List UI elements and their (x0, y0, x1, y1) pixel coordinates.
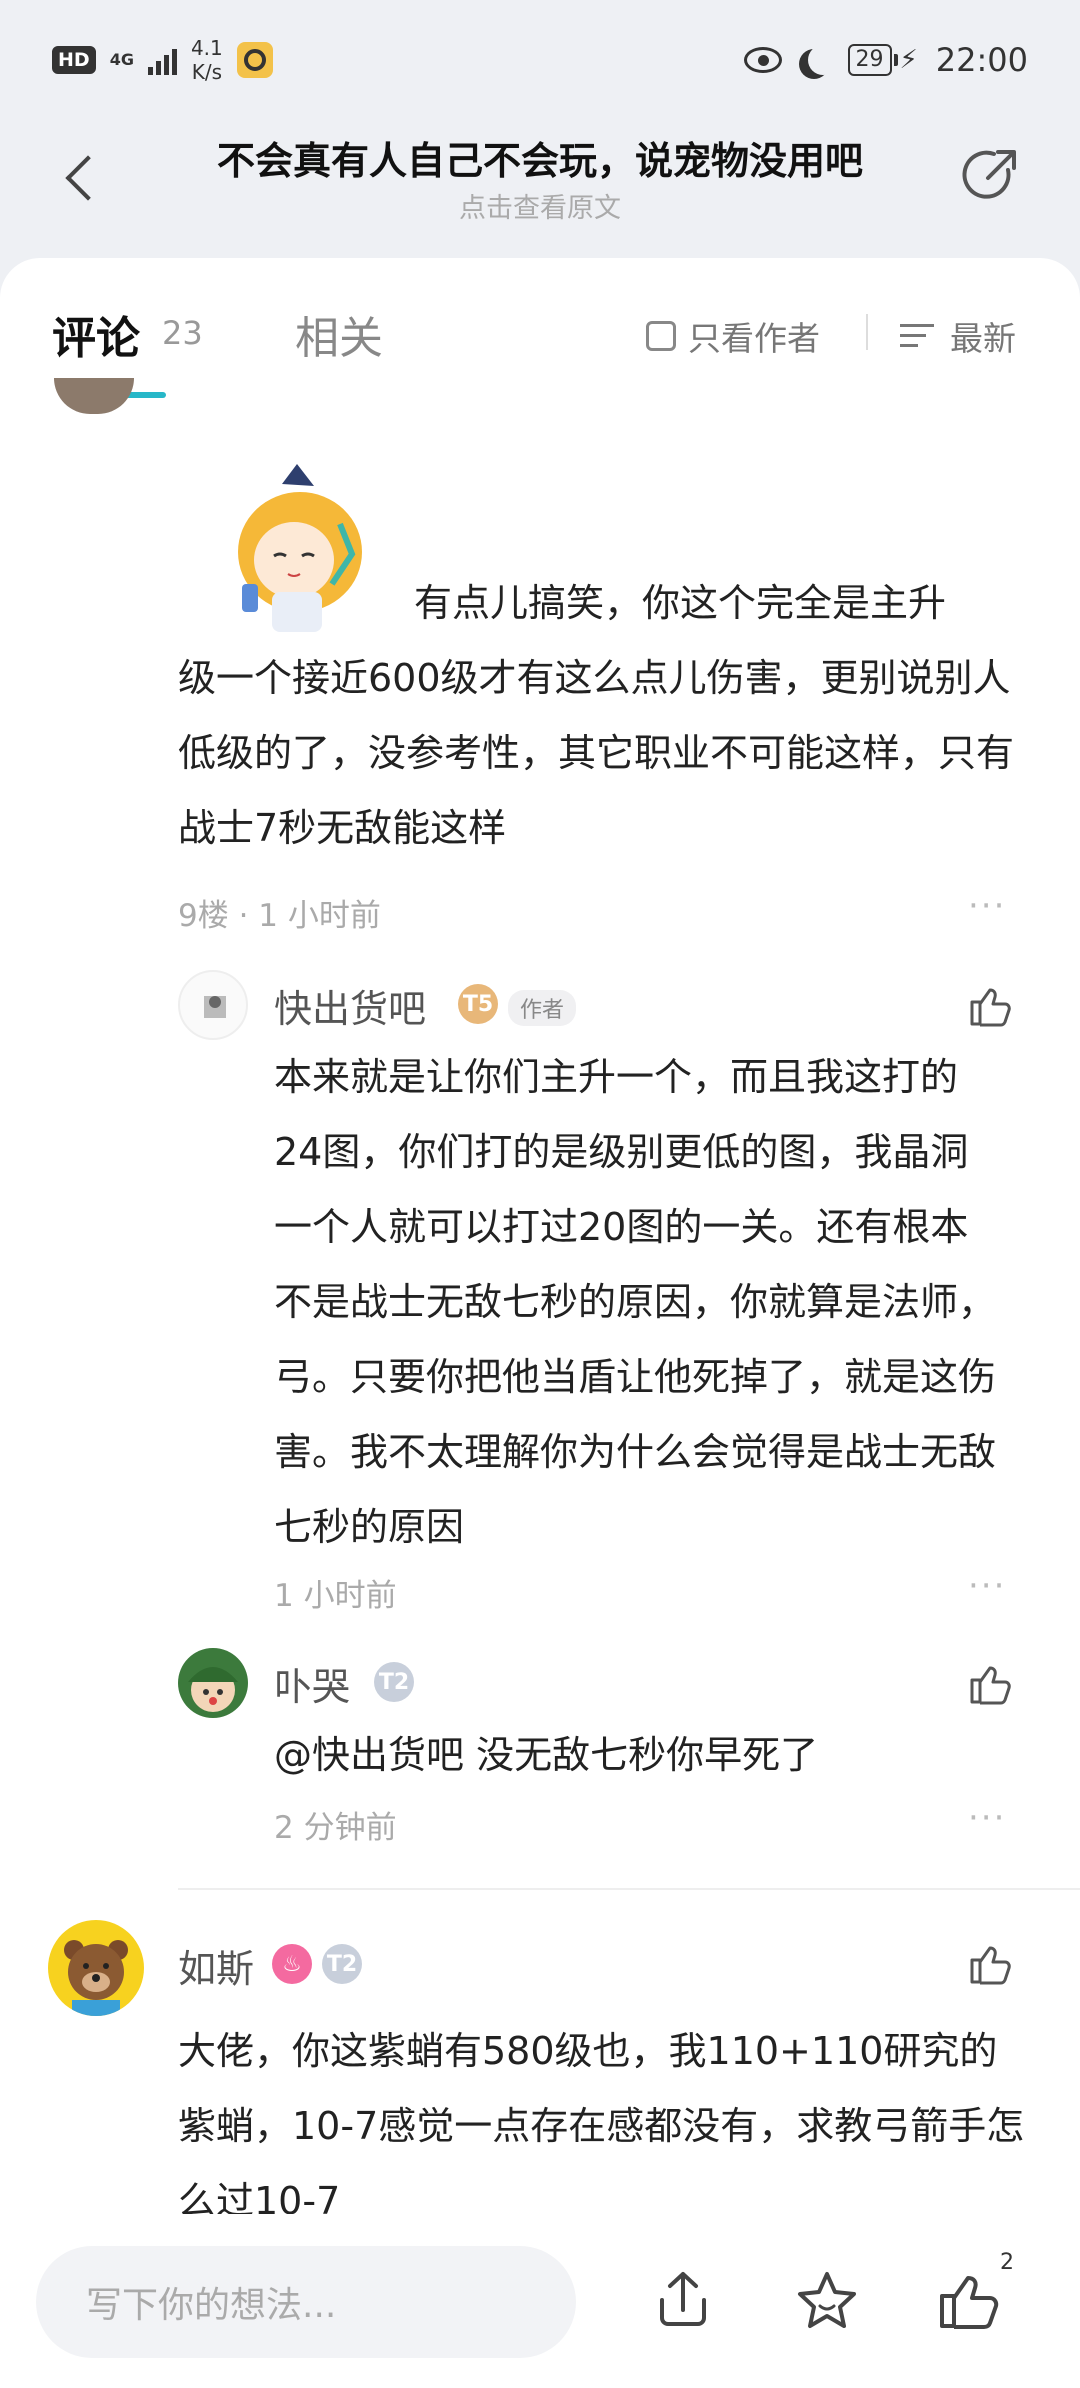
status-bar: HD 4G 4.1 K/s 29 ⚡ 22:00 (0, 0, 1080, 120)
hd-indicator: HD (52, 46, 96, 74)
comment-count: 23 (162, 314, 203, 352)
checkbox-icon[interactable] (646, 321, 676, 351)
flame-badge-icon: ♨ (272, 1944, 312, 1984)
avatar[interactable] (54, 378, 134, 414)
avatar[interactable] (48, 1920, 144, 2016)
comment-text: 级一个接近600级才有这么点儿伤害，更别说别人低级的了，没参考性，其它职业不可能… (178, 656, 1015, 850)
username[interactable]: 如斯 (178, 1938, 254, 1993)
comments-panel: 评论 23 相关 只看作者 最新 有点儿搞笑，你这个完全是主升 级一个接近600… (0, 258, 1080, 2218)
back-button[interactable] (58, 148, 108, 208)
level-badge: T2 (322, 1944, 362, 1984)
author-badge: 作者 (508, 990, 577, 1026)
username[interactable]: 卟哭 (274, 1656, 350, 1711)
share-upload-icon[interactable] (648, 2266, 718, 2336)
view-original-link[interactable]: 点击查看原文 (150, 186, 930, 225)
eye-comfort-icon (743, 47, 782, 73)
level-badge: T5 (458, 984, 498, 1024)
like-icon[interactable] (966, 1660, 1014, 1708)
tab-comments[interactable]: 评论 (52, 302, 140, 366)
sort-icon (900, 321, 938, 351)
more-options-button[interactable]: ··· (968, 1566, 1006, 1606)
avatar[interactable] (178, 1648, 248, 1718)
page-header: 不会真有人自己不会玩，说宠物没用吧 点击查看原文 (0, 120, 1080, 260)
clock: 22:00 (935, 41, 1028, 79)
level-badge: T2 (374, 1662, 414, 1702)
comment-meta: 9楼 · 1 小时前 (178, 898, 381, 934)
divider (178, 1888, 1080, 1890)
like-icon[interactable] (934, 2266, 1004, 2336)
avatar[interactable] (178, 970, 248, 1040)
username[interactable]: 快出货吧 (274, 978, 426, 1033)
reply-text: 本来就是让你们主升一个，而且我这打的24图，你们打的是级别更低的图，我晶洞一个人… (274, 1055, 997, 1549)
more-options-button[interactable]: ··· (968, 1798, 1006, 1838)
app-notification-icon (236, 42, 273, 78)
comment-input[interactable]: 写下你的想法... (36, 2246, 576, 2358)
like-count: 2 (1000, 2250, 1014, 2275)
comment-text: 大佬，你这紫蛸有580级也，我110+110研究的紫蛸，10-7感觉一点存在感都… (178, 2029, 1025, 2218)
bottom-bar: 写下你的想法... 2 (0, 2214, 1080, 2388)
share-icon[interactable] (958, 142, 1022, 206)
network-speed: 4.1 K/s (190, 36, 223, 84)
signal-icon (147, 45, 177, 75)
battery-indicator: 29 ⚡ (847, 44, 918, 76)
tab-related[interactable]: 相关 (295, 302, 383, 366)
sticker-image (238, 464, 362, 632)
page-title[interactable]: 不会真有人自己不会玩，说宠物没用吧 (150, 130, 930, 185)
divider (866, 314, 868, 350)
tab-bar: 评论 23 相关 只看作者 最新 (0, 258, 1080, 398)
do-not-disturb-icon (808, 45, 838, 75)
charging-icon: ⚡ (899, 45, 918, 75)
sort-button[interactable]: 最新 (900, 312, 1016, 360)
like-icon[interactable] (966, 1940, 1014, 1988)
like-icon[interactable] (966, 982, 1014, 1030)
more-options-button[interactable]: ··· (968, 886, 1006, 926)
network-indicator: 4G (109, 50, 134, 69)
favorite-star-icon[interactable] (792, 2266, 862, 2336)
only-author-toggle[interactable]: 只看作者 (646, 312, 820, 360)
reply-meta: 2 分钟前 (274, 1810, 397, 1846)
reply-text: @快出货吧 没无敌七秒你早死了 (274, 1733, 819, 1777)
comment-text: 有点儿搞笑，你这个完全是主升 (414, 581, 947, 625)
reply-meta: 1 小时前 (274, 1578, 397, 1614)
